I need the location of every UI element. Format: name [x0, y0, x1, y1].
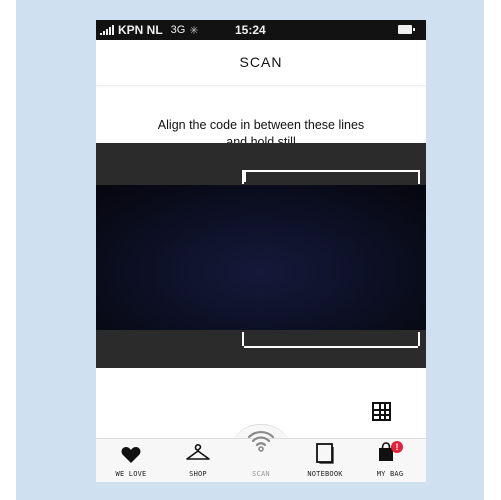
scan-corner-top-left: [244, 170, 256, 182]
tab-label-shop: SHOP: [189, 470, 207, 478]
phone-screen: KPN NL 3G ✳ 15:24 SCAN Align the code in…: [96, 20, 426, 482]
scan-guide-bottom-line: [244, 346, 418, 348]
svg-text:!: !: [396, 442, 399, 452]
tab-label-we-love: WE LOVE: [115, 470, 147, 478]
battery-icon: [398, 25, 415, 34]
tab-label-scan: SCAN: [252, 470, 270, 478]
camera-preview: [96, 185, 426, 330]
scan-guide-top-line: [244, 170, 418, 172]
page-title: SCAN: [239, 54, 283, 70]
status-left: KPN NL 3G ✳: [100, 23, 199, 37]
notebook-icon: [316, 443, 334, 464]
scan-corner-top-left-leg: [242, 170, 244, 184]
heart-icon: [121, 447, 141, 463]
hanger-icon: [186, 444, 210, 460]
signal-icon: [100, 25, 114, 35]
camera-viewfinder: [96, 143, 426, 368]
activity-spinner-icon: ✳: [189, 24, 199, 37]
scan-corner-bottom-left: [242, 332, 244, 346]
status-time: 15:24: [235, 23, 266, 37]
tab-bar: WE LOVE SHOP SCAN NOTEBOOK ! MY BAG: [96, 430, 426, 482]
tab-label-my-bag: MY BAG: [376, 470, 404, 478]
screenshot-frame: KPN NL 3G ✳ 15:24 SCAN Align the code in…: [16, 0, 484, 500]
network-type: 3G: [170, 24, 186, 36]
tab-notebook[interactable]: NOTEBOOK: [294, 439, 356, 482]
tab-shop[interactable]: SHOP: [167, 439, 229, 482]
scan-corner-bottom-right: [418, 332, 420, 346]
carrier-name: KPN NL: [118, 23, 163, 37]
bag-icon: !: [379, 441, 403, 461]
scan-corner-top-right: [418, 170, 420, 184]
wifi-scan-icon: [247, 430, 275, 452]
status-bar: KPN NL 3G ✳ 15:24: [96, 20, 426, 40]
tab-scan[interactable]: SCAN: [230, 430, 292, 482]
instruction-line-1: Align the code in between these lines: [157, 118, 365, 132]
nav-bar: SCAN: [96, 40, 426, 85]
tab-label-notebook: NOTEBOOK: [307, 470, 343, 478]
manual-entry-grid-button[interactable]: [372, 402, 391, 421]
tab-we-love[interactable]: WE LOVE: [100, 439, 162, 482]
tab-my-bag[interactable]: ! MY BAG: [359, 439, 421, 482]
